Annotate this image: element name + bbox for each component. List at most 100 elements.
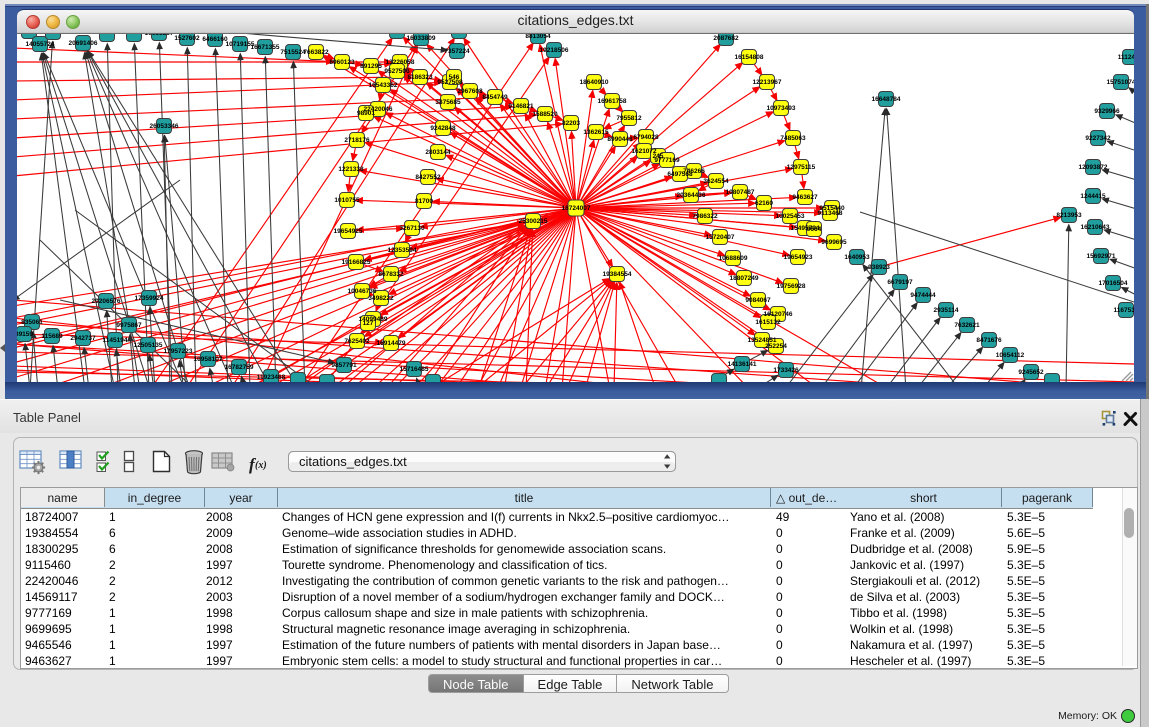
svg-text:(x): (x): [255, 460, 267, 471]
svg-text:115689: 115689: [41, 333, 63, 340]
svg-text:10025453: 10025453: [776, 213, 805, 220]
svg-text:7485063: 7485063: [780, 135, 806, 142]
svg-text:8186323: 8186323: [407, 74, 433, 81]
svg-text:2935114: 2935114: [934, 307, 959, 314]
svg-text:10688609: 10688609: [719, 255, 748, 262]
svg-text:15692971: 15692971: [1087, 253, 1116, 260]
svg-text:12505135: 12505135: [134, 342, 163, 349]
svg-text:8960123: 8960123: [329, 59, 355, 66]
svg-text:9664: 9664: [807, 226, 822, 233]
svg-text:835061: 835061: [21, 319, 43, 326]
svg-text:7955812: 7955812: [616, 115, 642, 122]
svg-text:26053346: 26053346: [150, 123, 179, 130]
svg-text:6679197: 6679197: [887, 279, 913, 286]
svg-text:16648784: 16648784: [872, 96, 901, 103]
svg-text:11923468: 11923468: [257, 374, 286, 381]
svg-text:39159: 39159: [17, 331, 33, 338]
svg-text:9699695: 9699695: [821, 239, 847, 246]
svg-text:10973493: 10973493: [767, 105, 796, 112]
svg-text:16782759: 16782759: [225, 364, 254, 371]
svg-text:3267130: 3267130: [399, 225, 425, 232]
svg-text:12093872: 12093872: [1079, 164, 1108, 171]
svg-text:9857791: 9857791: [331, 362, 357, 369]
svg-text:9527506: 9527506: [384, 68, 410, 75]
svg-text:10046736: 10046736: [348, 288, 377, 295]
svg-text:12213967: 12213967: [753, 79, 782, 86]
svg-text:1010755: 1010755: [334, 197, 360, 204]
svg-text:2942737: 2942737: [70, 335, 96, 342]
svg-text:1167533: 1167533: [1114, 307, 1134, 314]
svg-text:8213953: 8213953: [1056, 212, 1082, 219]
svg-text:9975867: 9975867: [116, 322, 142, 329]
svg-text:1527602: 1527602: [174, 35, 200, 42]
svg-text:20691406: 20691406: [69, 40, 98, 47]
svg-text:15751074: 15751074: [1107, 79, 1134, 86]
svg-text:82203: 82203: [562, 120, 580, 127]
svg-text:19218506: 19218506: [540, 47, 569, 54]
svg-text:19654925: 19654925: [334, 228, 363, 235]
svg-text:15716485: 15716485: [400, 366, 429, 373]
svg-text:8454749: 8454749: [482, 94, 508, 101]
svg-text:8471676: 8471676: [976, 337, 1002, 344]
svg-text:12353594: 12353594: [388, 247, 417, 254]
svg-text:62160: 62160: [755, 200, 773, 207]
svg-text:2967608: 2967608: [457, 88, 483, 95]
svg-text:1221338: 1221338: [338, 166, 364, 173]
svg-text:9329966: 9329966: [1094, 108, 1120, 115]
svg-text:17016504: 17016504: [1099, 280, 1128, 287]
svg-text:8813054: 8813054: [525, 33, 551, 40]
svg-text:16033809: 16033809: [407, 35, 436, 42]
svg-text:9777169: 9777169: [654, 157, 680, 164]
svg-text:9084067: 9084067: [745, 297, 771, 304]
svg-text:7515524: 7515524: [280, 49, 306, 56]
svg-text:20364436: 20364436: [677, 192, 706, 199]
svg-text:18807249: 18807249: [730, 275, 759, 282]
svg-text:546: 546: [449, 74, 460, 81]
svg-text:10654112: 10654112: [996, 352, 1025, 359]
svg-text:81700: 81700: [415, 198, 433, 205]
svg-text:15720407: 15720407: [706, 234, 735, 241]
svg-text:7625402: 7625402: [344, 338, 370, 345]
svg-text:8427552: 8427552: [415, 174, 441, 181]
svg-text:16120746: 16120746: [764, 311, 793, 318]
svg-text:17957223: 17957223: [164, 348, 193, 355]
svg-text:19384554: 19384554: [603, 271, 632, 278]
svg-text:10807487: 10807487: [726, 189, 755, 196]
svg-text:16543362: 16543362: [369, 82, 398, 89]
svg-text:2087682: 2087682: [713, 35, 739, 42]
svg-text:19756928: 19756928: [777, 283, 806, 290]
svg-text:9474444: 9474444: [910, 292, 936, 299]
svg-text:7663822: 7663822: [303, 49, 329, 56]
svg-text:891295: 891295: [360, 63, 382, 70]
svg-text:14136141: 14136141: [728, 361, 757, 368]
svg-text:6794028: 6794028: [633, 134, 659, 141]
svg-text:19654923: 19654923: [784, 254, 813, 261]
svg-text:13226058: 13226058: [386, 59, 415, 66]
svg-text:2718176: 2718176: [344, 137, 370, 144]
svg-text:9245652: 9245652: [1018, 369, 1044, 376]
svg-text:1112480: 1112480: [1118, 54, 1134, 61]
svg-text:16671355: 16671355: [251, 44, 280, 51]
svg-text:9146821: 9146821: [508, 103, 534, 110]
svg-text:1244415: 1244415: [1080, 193, 1106, 200]
svg-text:16154808: 16154808: [735, 54, 764, 61]
svg-text:10958107: 10958107: [194, 356, 223, 363]
svg-text:3875685: 3875685: [435, 99, 461, 106]
svg-text:7986322: 7986322: [692, 213, 718, 220]
svg-text:8990448: 8990448: [607, 136, 633, 143]
svg-text:2803144: 2803144: [425, 149, 451, 156]
svg-text:1733426: 1733426: [773, 367, 799, 374]
svg-text:14055724: 14055724: [26, 41, 55, 48]
svg-text:9113468: 9113468: [818, 210, 843, 217]
svg-text:6466160: 6466160: [202, 36, 228, 43]
svg-text:8678332: 8678332: [378, 271, 404, 278]
svg-text:25300215: 25300215: [519, 218, 548, 225]
svg-text:938923: 938923: [868, 264, 890, 271]
svg-text:17359924: 17359924: [135, 295, 164, 302]
svg-text:1362615: 1362615: [583, 129, 609, 136]
svg-text:1615132: 1615132: [755, 319, 781, 326]
svg-text:12975115: 12975115: [787, 164, 816, 171]
svg-text:7632621: 7632621: [954, 322, 980, 329]
svg-text:98901: 98901: [357, 110, 375, 117]
svg-text:18724007: 18724007: [562, 205, 591, 212]
